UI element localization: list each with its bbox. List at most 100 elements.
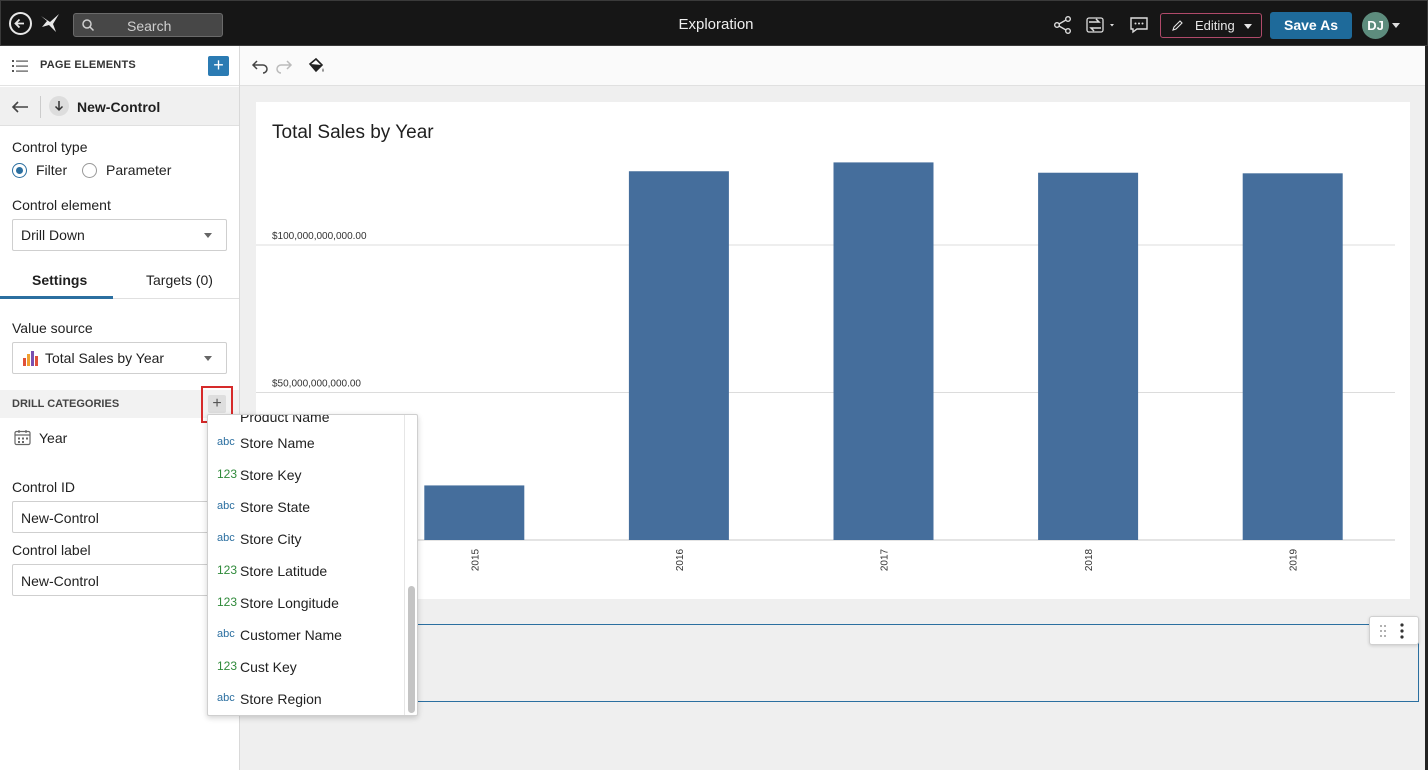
page-elements-header: PAGE ELEMENTS + — [0, 46, 239, 86]
top-bar: Search Exploration Editing Save As DJ — [0, 0, 1428, 46]
dropdown-item[interactable]: abc Store Region — [208, 684, 404, 715]
control-label-input[interactable]: New-Control — [12, 564, 227, 596]
radio-filter[interactable] — [12, 163, 27, 178]
back-arrow-icon[interactable] — [10, 99, 30, 115]
editing-mode-button[interactable]: Editing — [1160, 13, 1262, 38]
control-element-label: Control element — [12, 197, 111, 213]
y-tick-label: $50,000,000,000.00 — [272, 379, 361, 390]
bar[interactable] — [628, 171, 729, 540]
value-source-value: Total Sales by Year — [45, 350, 165, 366]
search-icon — [82, 19, 95, 32]
dropdown-item-name: Store Latitude — [240, 563, 328, 579]
dropdown-item[interactable]: abc Store Name — [208, 428, 404, 460]
control-id-value: New-Control — [21, 510, 99, 526]
dropdown-item-name: Store State — [240, 499, 311, 515]
bar[interactable] — [1038, 172, 1139, 540]
radio-parameter-label[interactable]: Parameter — [106, 162, 171, 178]
x-tick-label: 2019 — [1289, 548, 1300, 571]
number-type-icon: 123 — [217, 467, 238, 481]
page-title: Exploration — [678, 16, 754, 33]
radio-parameter[interactable] — [82, 163, 97, 178]
control-id-label: Control ID — [12, 479, 76, 495]
value-source-label: Value source — [12, 320, 93, 336]
control-name: New-Control — [77, 99, 161, 115]
paint-bucket-icon[interactable] — [307, 57, 325, 75]
control-label-value: New-Control — [21, 573, 99, 589]
share-icon[interactable] — [1053, 15, 1073, 35]
tab-settings[interactable]: Settings — [32, 272, 87, 288]
search-input[interactable]: Search — [73, 13, 223, 37]
bar[interactable] — [424, 485, 525, 540]
control-label-label: Control label — [12, 542, 91, 558]
canvas-toolbar — [240, 46, 1428, 86]
back-home-icon[interactable] — [9, 12, 32, 35]
dropdown-item-name: Store City — [240, 531, 302, 547]
chevron-down-icon — [1244, 24, 1252, 29]
dropdown-item[interactable]: 123 Store Key — [208, 460, 404, 492]
dropdown-item-name: Store Region — [240, 691, 322, 707]
bar-chart[interactable]: $50,000,000,000.00 $100,000,000,000.00 201… — [256, 102, 1410, 599]
x-tick-label: 2016 — [675, 548, 686, 571]
dropdown-item-name: Product Name — [240, 414, 330, 425]
control-element-select[interactable]: Drill Down — [12, 219, 227, 251]
x-tick-label: 2018 — [1084, 548, 1095, 571]
more-vertical-icon[interactable] — [1400, 623, 1404, 639]
comment-icon[interactable] — [1129, 15, 1149, 35]
dropdown-item[interactable]: abc Store City — [208, 524, 404, 556]
tab-targets[interactable]: Targets (0) — [146, 272, 213, 288]
chevron-down-icon — [204, 233, 212, 238]
control-type-label: Control type — [12, 139, 88, 155]
drill-column-dropdown: Product Name abc Store Name 123 Store Key ab… — [207, 414, 418, 716]
dropdown-item[interactable]: 123 Cust Key — [208, 652, 404, 684]
avatar-chevron-down-icon[interactable] — [1392, 23, 1400, 28]
app-logo-icon[interactable] — [39, 12, 61, 34]
x-tick-label: 2015 — [470, 548, 481, 571]
dropdown-scroll-thumb[interactable] — [408, 586, 415, 713]
number-type-icon: 123 — [217, 563, 238, 577]
dropdown-item[interactable]: abc Customer Name — [208, 620, 404, 652]
dropdown-item-name: Store Longitude — [240, 595, 339, 611]
page-elements-label: PAGE ELEMENTS — [40, 59, 136, 71]
text-type-icon: abc — [217, 532, 235, 544]
drill-category-label: Year — [39, 430, 68, 446]
text-type-icon: abc — [217, 692, 235, 704]
control-element-box[interactable] — [408, 624, 1419, 702]
list-icon[interactable] — [12, 59, 28, 73]
number-type-icon: 123 — [217, 659, 238, 673]
add-element-button[interactable]: + — [208, 56, 229, 76]
bar[interactable] — [1242, 173, 1343, 540]
divider — [40, 96, 41, 118]
control-handle[interactable] — [1369, 616, 1419, 645]
text-type-icon: abc — [217, 500, 235, 512]
dropdown-item-name: Customer Name — [240, 627, 342, 643]
calendar-icon — [14, 430, 31, 446]
left-panel: PAGE ELEMENTS + New-Control Control type… — [0, 46, 240, 770]
search-placeholder: Search — [127, 18, 172, 34]
text-type-icon: abc — [217, 436, 235, 448]
redo-icon[interactable] — [275, 57, 293, 75]
editing-label: Editing — [1195, 18, 1235, 33]
dropdown-item-name: Store Name — [240, 435, 315, 451]
text-type-icon: abc — [217, 628, 235, 640]
pencil-icon — [1172, 20, 1183, 31]
refresh-menu-icon[interactable] — [1085, 15, 1119, 35]
radio-filter-label[interactable]: Filter — [36, 162, 67, 178]
bar[interactable] — [833, 162, 934, 540]
undo-icon[interactable] — [251, 57, 269, 75]
settings-tabs: Settings Targets (0) — [0, 265, 239, 299]
dropdown-item[interactable]: abc Store State — [208, 492, 404, 524]
y-tick-label: $100,000,000,000.00 — [272, 231, 367, 242]
plus-icon: + — [208, 395, 226, 413]
dropdown-item[interactable]: 123 Store Longitude — [208, 588, 404, 620]
avatar[interactable]: DJ — [1362, 12, 1389, 39]
control-header: New-Control — [0, 87, 239, 126]
save-as-button[interactable]: Save As — [1270, 12, 1352, 39]
dropdown-item[interactable]: 123 Store Latitude — [208, 556, 404, 588]
drag-handle-icon[interactable] — [1379, 624, 1387, 638]
dropdown-item-name: Store Key — [240, 467, 302, 483]
control-id-input[interactable]: New-Control — [12, 501, 227, 533]
value-source-select[interactable]: Total Sales by Year — [12, 342, 227, 374]
number-type-icon: 123 — [217, 595, 238, 609]
bar-chart-icon — [23, 351, 38, 366]
x-tick-label: 2017 — [880, 548, 891, 571]
